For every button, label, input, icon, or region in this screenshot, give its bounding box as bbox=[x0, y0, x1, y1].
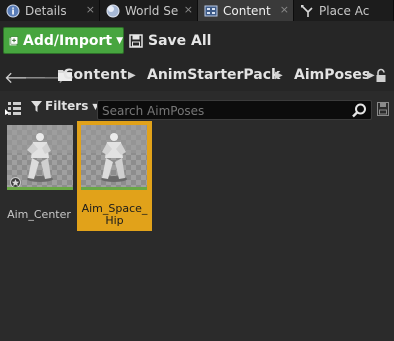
tab-label: Content bbox=[223, 3, 271, 18]
asset-thumbnail bbox=[81, 125, 147, 190]
filters-button[interactable]: Filters ▼ bbox=[31, 99, 99, 113]
breadcrumb-separator-icon[interactable]: ▶ bbox=[128, 70, 136, 81]
breadcrumb-animstarterpack[interactable]: AnimStarterPack bbox=[147, 67, 280, 83]
tab-label: World Se bbox=[125, 3, 179, 18]
character-figure-image bbox=[81, 125, 147, 187]
tab-label: Place Ac bbox=[319, 3, 370, 18]
tab-world-settings[interactable]: World Se × bbox=[100, 0, 198, 21]
pose-asset-badge-icon bbox=[10, 177, 21, 187]
save-all-label: Save All bbox=[148, 32, 212, 49]
details-icon: i bbox=[6, 4, 20, 17]
filters-label: Filters bbox=[45, 99, 89, 113]
add-import-icon bbox=[9, 35, 19, 45]
asset-tile-aim-space-hip[interactable]: Aim_Space_ Hip bbox=[77, 121, 152, 231]
view-options-icon[interactable] bbox=[5, 101, 21, 115]
search-icon[interactable] bbox=[352, 103, 367, 118]
search-input[interactable] bbox=[102, 103, 342, 118]
globe-icon bbox=[106, 4, 120, 17]
tab-details[interactable]: i Details × bbox=[0, 0, 100, 21]
content-browser-icon bbox=[204, 5, 218, 16]
asset-thumbnail bbox=[7, 125, 73, 190]
close-icon[interactable]: × bbox=[86, 3, 95, 16]
path-bar: 🡐 🡒 Content ▶ AnimStarterPack ▶ AimPoses… bbox=[0, 61, 394, 91]
add-import-label: Add/Import bbox=[23, 32, 113, 49]
filter-bar: Filters ▼ bbox=[0, 91, 394, 121]
tab-content[interactable]: Content × bbox=[198, 0, 294, 21]
asset-tile-aim-center[interactable]: Aim_Center bbox=[0, 121, 78, 231]
svg-text:i: i bbox=[11, 7, 14, 17]
close-icon[interactable]: × bbox=[184, 3, 193, 16]
breadcrumb-separator-icon[interactable]: ▶ bbox=[275, 70, 283, 81]
tab-label: Details bbox=[25, 3, 67, 18]
save-all-button[interactable]: Save All bbox=[129, 27, 211, 54]
place-actors-icon bbox=[301, 4, 313, 17]
chevron-down-icon: ▼ bbox=[116, 35, 123, 46]
tab-place-actors[interactable]: Place Ac bbox=[294, 0, 394, 21]
funnel-icon bbox=[31, 100, 42, 112]
asset-name: Aim_Space_ Hip bbox=[81, 202, 148, 227]
breadcrumb-aimposes[interactable]: AimPoses bbox=[294, 67, 370, 83]
add-import-button[interactable]: Add/Import ▼ bbox=[3, 27, 124, 54]
breadcrumb-content[interactable]: Content bbox=[63, 67, 127, 83]
save-search-icon[interactable] bbox=[377, 102, 389, 116]
search-box[interactable] bbox=[97, 100, 372, 120]
lock-icon[interactable] bbox=[374, 68, 388, 84]
save-icon bbox=[129, 33, 143, 48]
toolbar: Add/Import ▼ Save All bbox=[0, 21, 394, 61]
tab-bar: i Details × World Se × Content × Place A… bbox=[0, 0, 394, 21]
close-icon[interactable]: × bbox=[280, 3, 289, 16]
asset-name: Aim_Center bbox=[7, 208, 71, 221]
